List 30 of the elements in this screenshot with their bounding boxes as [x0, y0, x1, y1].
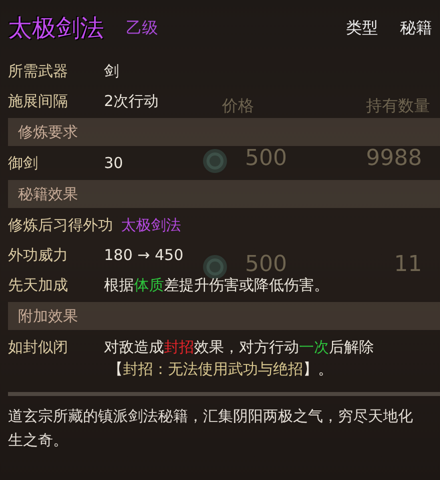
grade-label: 乙级 [126, 18, 158, 38]
section-header: 修炼要求 [8, 118, 440, 146]
stat-label: 御剑 [8, 153, 39, 174]
section-header: 秘籍效果 [8, 180, 440, 208]
section-header: 附加效果 [8, 302, 440, 330]
price-text: 500 [245, 146, 287, 171]
item-title: 太极剑法 [8, 13, 104, 44]
quantity-text: 11 [394, 252, 422, 277]
column-header: 持有数量 [366, 96, 430, 117]
stat-value: 【封招：无法使用武功与绝招】。 [107, 359, 334, 380]
type-label: 类型 [346, 18, 378, 38]
stat-label: 修炼后习得外功 [8, 215, 114, 236]
stat-label: 所需武器 [8, 61, 69, 82]
type-value: 秘籍 [400, 18, 432, 38]
item-description: 道玄宗所藏的镇派剑法秘籍，汇集阴阳两极之气，穷尽天地化生之奇。 [7, 406, 414, 451]
stat-label: 施展间隔 [8, 91, 69, 112]
stat-label: 先天加成 [8, 275, 69, 296]
quantity-text: 9988 [366, 146, 422, 171]
price-text: 500 [245, 252, 287, 277]
coin-icon [202, 148, 228, 174]
stat-label: 如封似闭 [8, 337, 69, 358]
stat-value: 2次行动 [104, 91, 159, 112]
stat-value: 对敌造成封招效果，对方行动一次后解除 [104, 337, 374, 358]
stat-value: 30 [104, 153, 124, 174]
stat-value: 剑 [104, 61, 119, 82]
stat-label: 外功威力 [8, 245, 69, 266]
column-header: 价格 [222, 96, 254, 117]
stat-value: 180 → 450 [104, 245, 184, 266]
stat-value: 根据体质差提升伤害或降低伤害。 [104, 275, 329, 296]
stat-value: 太极剑法 [121, 215, 181, 236]
